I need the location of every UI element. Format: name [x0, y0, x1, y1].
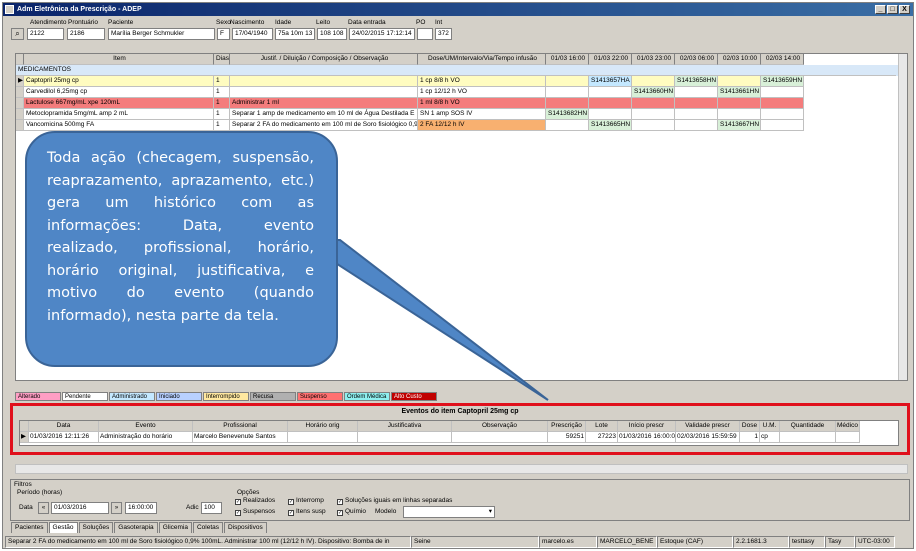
explanation-callout: Toda ação (checagem, suspensão, reapraza… — [25, 131, 338, 367]
